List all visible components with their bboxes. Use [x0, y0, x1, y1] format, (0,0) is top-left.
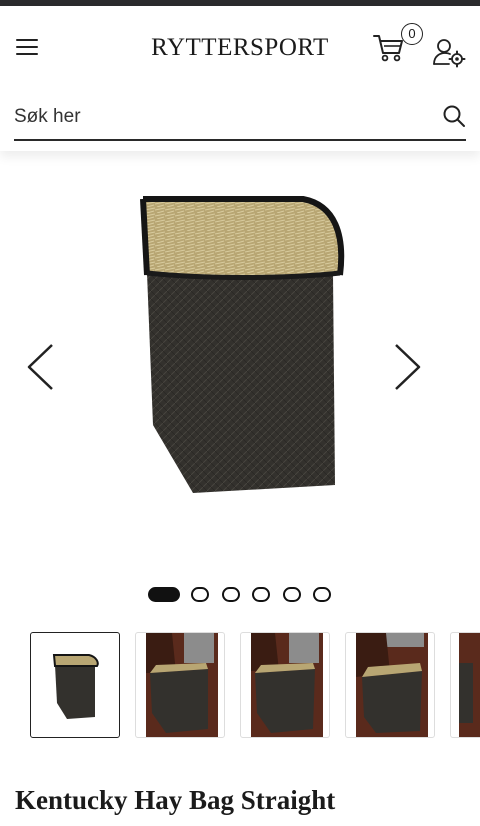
product-title: Kentucky Hay Bag Straight	[15, 785, 336, 815]
slide-dot-6[interactable]	[313, 587, 331, 602]
thumbnail-4[interactable]	[345, 632, 435, 738]
slide-dot-3[interactable]	[222, 587, 240, 602]
slide-dot-2[interactable]	[191, 587, 209, 602]
slide-indicator	[148, 585, 348, 603]
cart-count-badge: 0	[401, 23, 423, 45]
site-header: RYTTERSPORT 0	[0, 6, 480, 151]
user-settings-icon[interactable]	[432, 38, 466, 68]
thumbnail-strip	[30, 632, 480, 740]
search-bar	[14, 96, 466, 141]
hay-bag-product-image	[135, 195, 345, 495]
search-input[interactable]	[14, 102, 434, 132]
product-image-gallery	[0, 160, 480, 580]
thumbnail-2[interactable]	[135, 632, 225, 738]
search-icon[interactable]	[442, 104, 466, 128]
thumbnail-3[interactable]	[240, 632, 330, 738]
slide-dot-4[interactable]	[252, 587, 270, 602]
slide-dot-5[interactable]	[283, 587, 301, 602]
chevron-left-icon[interactable]	[24, 342, 58, 392]
chevron-right-icon[interactable]	[390, 342, 424, 392]
thumbnail-5[interactable]	[450, 632, 480, 738]
slide-dot-1[interactable]	[148, 587, 180, 602]
thumbnail-1[interactable]	[30, 632, 120, 738]
